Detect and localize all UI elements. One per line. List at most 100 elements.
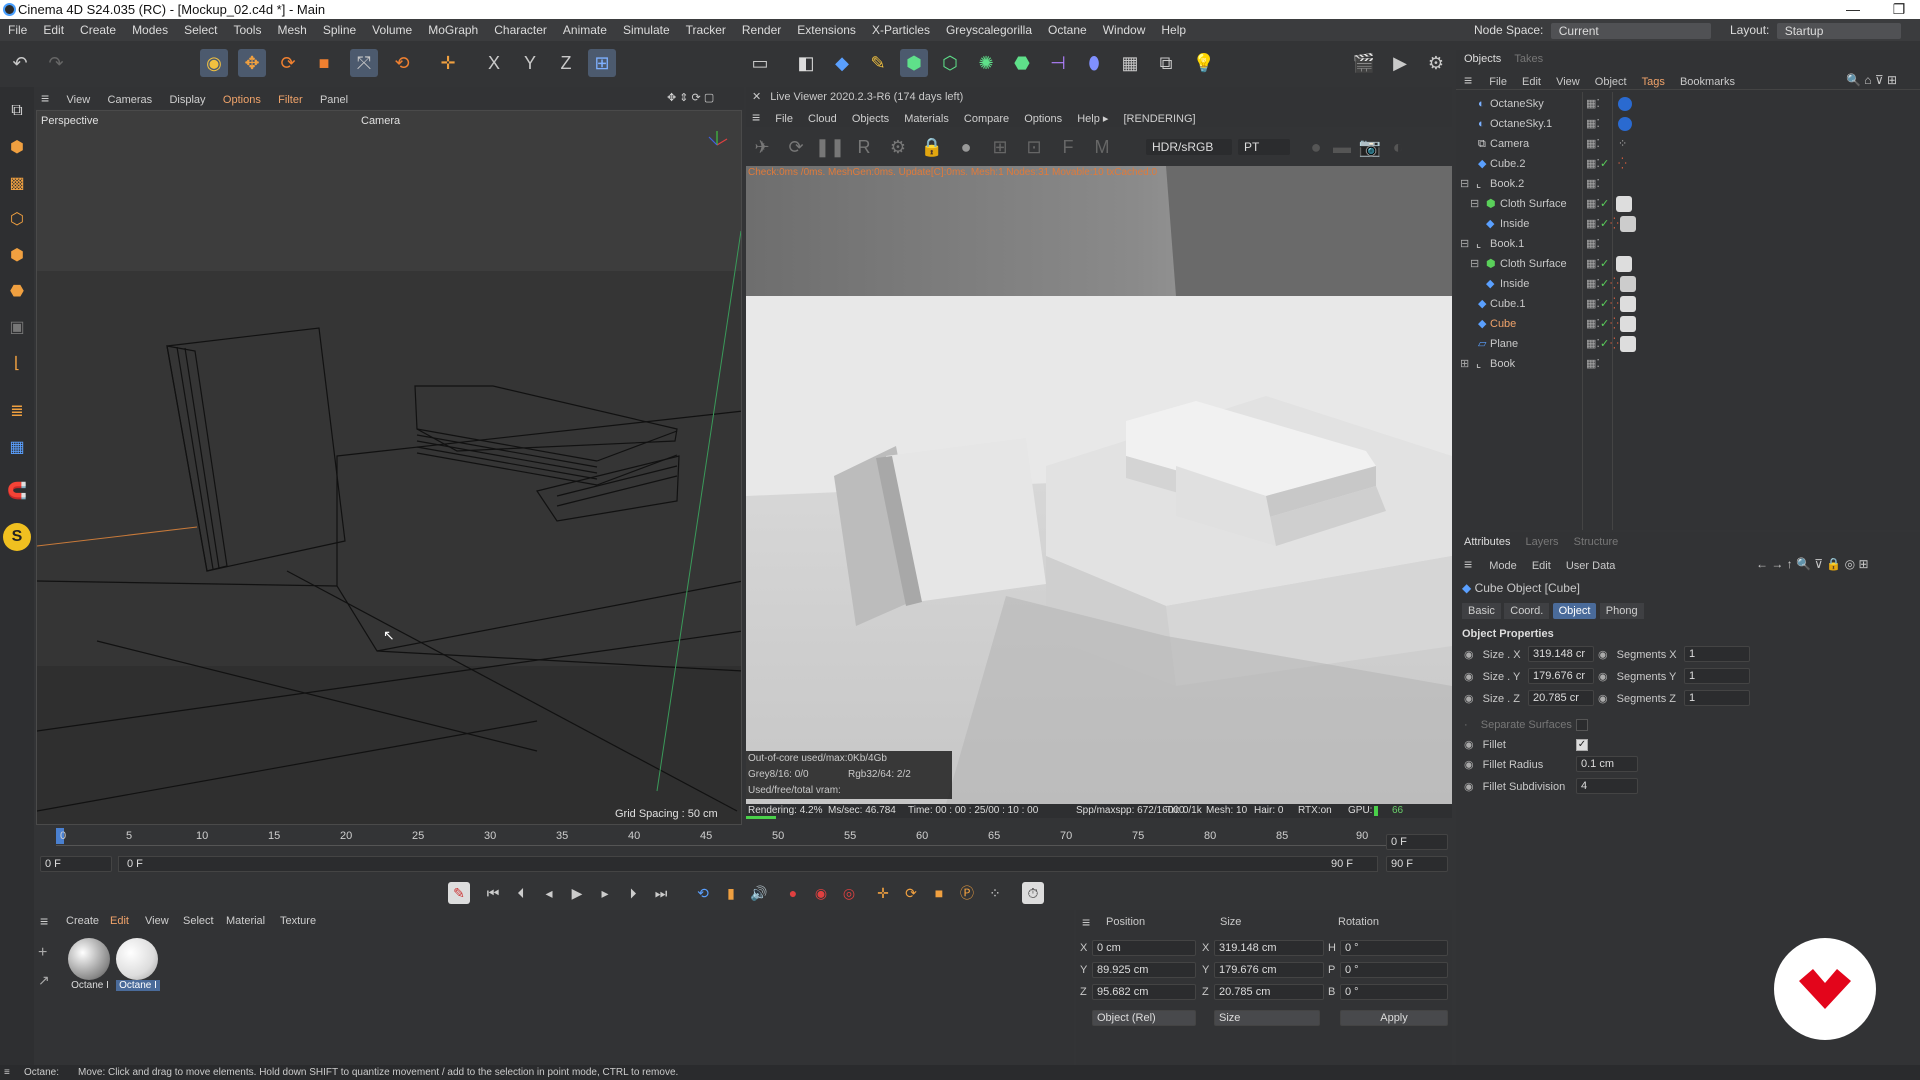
hamburger-icon[interactable]: ≡	[34, 87, 56, 109]
lv-menu-materials[interactable]: Materials	[898, 109, 955, 129]
material-ball-icon[interactable]: ●	[952, 133, 980, 161]
expand-icon[interactable]: ⊟	[1460, 174, 1469, 194]
phong-tag-icon[interactable]: ⁛	[1610, 294, 1619, 314]
redo-icon[interactable]: ↷	[42, 49, 70, 77]
next-key-icon[interactable]: ⏵	[622, 882, 644, 904]
material-tag-icon[interactable]	[1616, 196, 1632, 212]
menu-mograph[interactable]: MoGraph	[420, 19, 486, 41]
rotate-tool-icon[interactable]: ⟳	[274, 49, 302, 77]
object-row-inside[interactable]: ◆ Inside ▦⁚ ✓ ⁛	[1456, 274, 1920, 294]
menu-mesh[interactable]: Mesh	[269, 19, 314, 41]
pick-focus-icon[interactable]: ⊡	[1020, 133, 1048, 161]
edges-mode-icon[interactable]: ⬢	[3, 241, 31, 269]
send-scene-icon[interactable]: ✈	[748, 133, 776, 161]
save-render-icon[interactable]: ◐	[1384, 133, 1412, 161]
lock-icon[interactable]: 🔒	[918, 133, 946, 161]
undo-icon[interactable]: ↶	[6, 49, 34, 77]
obj-menu-view[interactable]: View	[1550, 76, 1586, 88]
radio-icon[interactable]: ◉	[1464, 739, 1474, 751]
move-tool-icon[interactable]: ✥	[238, 49, 266, 77]
region-icon[interactable]: R	[850, 133, 878, 161]
magnet-icon[interactable]: 🧲	[3, 477, 31, 505]
obj-menu-file[interactable]: File	[1483, 76, 1513, 88]
material-tag-icon[interactable]	[1620, 316, 1636, 332]
make-editable-icon[interactable]: ⧉	[3, 97, 31, 125]
coordinate-system-icon[interactable]: ⊞	[588, 49, 616, 77]
object-row-plane[interactable]: ▱ Plane ▦⁚ ✓ ⁛	[1456, 334, 1920, 354]
tab-structure[interactable]: Structure	[1566, 536, 1627, 548]
kernel-select[interactable]: PT	[1238, 139, 1290, 155]
field-icon[interactable]: ⬮	[1080, 49, 1108, 77]
vp-menu-view[interactable]: View	[60, 89, 98, 111]
menu-select[interactable]: Select	[176, 19, 225, 41]
visibility-icon[interactable]: ▦⁚	[1586, 94, 1600, 114]
enabled-check-icon[interactable]: ✓	[1600, 294, 1609, 314]
radio-icon[interactable]: ◉	[1464, 693, 1474, 705]
menu-file[interactable]: File	[0, 19, 35, 41]
expand-icon[interactable]: ⊞	[1460, 354, 1469, 374]
cloner-icon[interactable]: ✺	[972, 49, 1000, 77]
object-row-book1[interactable]: ⊟ ⌞ Book.1 ▦⁚	[1456, 234, 1920, 254]
subtab-phong[interactable]: Phong	[1599, 603, 1644, 619]
viewport-nav-icons[interactable]: ✥ ⇕ ⟳ ▢	[660, 87, 721, 109]
autokey-icon[interactable]: ◉	[810, 882, 832, 904]
size-z-field[interactable]: 20.785 cm	[1214, 984, 1324, 1000]
material-swatch-selected[interactable]: Octane I	[116, 938, 160, 996]
object-row-camera[interactable]: ⧉ Camera ▦⁚ ⁘	[1456, 134, 1920, 154]
menu-render[interactable]: Render	[734, 19, 789, 41]
pos-z-field[interactable]: 95.682 cm	[1092, 984, 1196, 1000]
visibility-icon[interactable]: ▦⁚	[1586, 174, 1600, 194]
end-frame-field[interactable]: 90 F	[1386, 856, 1448, 872]
world-axis-icon[interactable]: ✛	[434, 49, 462, 77]
pause-icon[interactable]: ❚❚	[815, 133, 845, 161]
node-space-select[interactable]: Current (Standard/Physical)	[1550, 22, 1711, 54]
visibility-icon[interactable]: ▦⁚	[1586, 194, 1600, 214]
object-row-cloth-surface[interactable]: ⊟ ⬢ Cloth Surface ▦⁚ ✓	[1456, 254, 1920, 274]
lv-menu-file[interactable]: File	[769, 109, 799, 129]
segments-z-input[interactable]: 1	[1684, 690, 1750, 706]
obj-menu-tags[interactable]: Tags	[1636, 76, 1671, 88]
material-tag-icon[interactable]	[1620, 216, 1636, 232]
visibility-icon[interactable]: ▦⁚	[1586, 294, 1600, 314]
menu-simulate[interactable]: Simulate	[615, 19, 678, 41]
vp-menu-filter[interactable]: Filter	[271, 89, 309, 111]
viewport-camera[interactable]: Camera	[361, 115, 400, 127]
model-mode-icon[interactable]: ⬢	[3, 133, 31, 161]
key-parameter-icon[interactable]: Ⓟ	[956, 882, 978, 904]
size-z-input[interactable]: 20.785 cr	[1528, 690, 1594, 706]
menu-window[interactable]: Window	[1095, 19, 1154, 41]
subtab-object[interactable]: Object	[1552, 603, 1597, 619]
render-region-icon[interactable]: ▭	[746, 49, 774, 77]
expand-icon[interactable]: ⊟	[1460, 234, 1469, 254]
prev-key-icon[interactable]: ⏴	[510, 882, 532, 904]
menu-spline[interactable]: Spline	[315, 19, 364, 41]
current-frame-field[interactable]: 0 F	[1386, 834, 1448, 850]
octane-tag-icon[interactable]	[1618, 97, 1632, 111]
lv-menu-objects[interactable]: Objects	[846, 109, 895, 129]
transform-tool-icon[interactable]: ⤧	[350, 49, 378, 77]
obj-menu-edit[interactable]: Edit	[1516, 76, 1547, 88]
lv-menu-compare[interactable]: Compare	[958, 109, 1015, 129]
enabled-check-icon[interactable]: ✓	[1600, 214, 1609, 234]
key-scale-icon[interactable]: ■	[928, 882, 950, 904]
phong-tag-icon[interactable]: ⁛	[1610, 334, 1619, 354]
lv-menu-help[interactable]: Help ▸	[1071, 109, 1114, 129]
prev-frame-icon[interactable]: ◂	[538, 882, 560, 904]
visibility-icon[interactable]: ▦⁚	[1586, 274, 1600, 294]
radio-icon[interactable]: ◉	[1464, 649, 1474, 661]
subdivision-icon[interactable]: ⬢	[900, 49, 928, 77]
menu-volume[interactable]: Volume	[364, 19, 420, 41]
mat-menu-create[interactable]: Create	[66, 910, 99, 932]
menu-extensions[interactable]: Extensions	[789, 19, 864, 41]
menu-tools[interactable]: Tools	[225, 19, 269, 41]
radio-icon[interactable]: ◉	[1464, 759, 1474, 771]
attr-menu-mode[interactable]: Mode	[1483, 560, 1523, 572]
loop-icon[interactable]: ⟲	[692, 882, 714, 904]
expand-icon[interactable]: ⊟	[1470, 254, 1479, 274]
uv-mode-icon[interactable]: ▣	[3, 313, 31, 341]
perspective-viewport[interactable]: Perspective Camera Grid Spacing : 50 cm …	[36, 110, 742, 825]
size-x-input[interactable]: 319.148 cr	[1528, 646, 1594, 662]
pen-icon[interactable]: ✎	[864, 49, 892, 77]
points-mode-icon[interactable]: ⬡	[3, 205, 31, 233]
layout-select[interactable]: Startup	[1776, 22, 1901, 39]
